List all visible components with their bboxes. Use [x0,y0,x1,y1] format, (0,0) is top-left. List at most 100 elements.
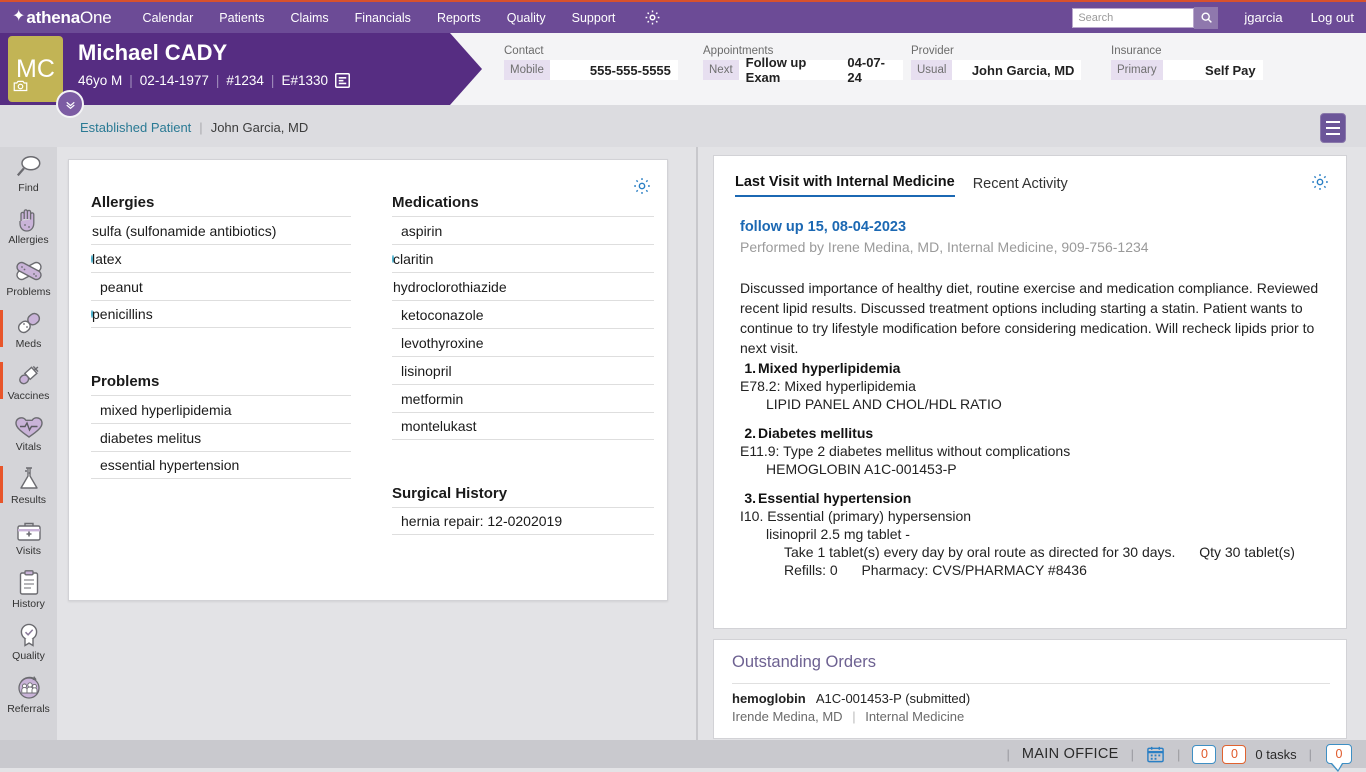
nav-item-claims[interactable]: Claims [277,1,341,34]
rail-label-problems: Problems [6,286,50,298]
diagnosis-name: Mixed hyperlipidemia [758,360,900,376]
list-item[interactable]: peanut [91,272,351,300]
nav-item-support[interactable]: Support [559,1,629,34]
patient-avatar[interactable]: MC [8,36,63,102]
rail-label-quality: Quality [12,650,45,662]
encounter-id: E#1330 [281,73,328,88]
diagnosis-code: I10. Essential (primary) hypersension [740,508,1340,524]
list-item[interactable]: essential hypertension [91,451,351,479]
list-item[interactable]: hernia repair: 12-0202019 [392,507,654,535]
patient-age-sex: 46yo M [78,73,122,88]
list-item[interactable]: metformin [392,384,654,412]
nav-right-group: jgarcia Log out [1072,7,1366,29]
encounter-note-icon[interactable] [335,73,350,88]
hand-icon [16,205,42,233]
menu-line-1 [1326,121,1340,123]
list-item[interactable]: ketoconazole [392,300,654,328]
list-item[interactable]: levothyroxine [392,328,654,356]
outstanding-orders-card: Outstanding Orders hemoglobin A1C-001453… [713,639,1347,739]
calendar-icon[interactable] [1146,745,1165,764]
message-bubble-icon[interactable]: 0 [1326,744,1352,764]
order-item-detail: A1C-001453-P (submitted) [816,691,970,706]
diagnosis-name: Essential hypertension [758,490,911,506]
tab-recent-activity[interactable]: Recent Activity [973,176,1068,197]
list-item[interactable]: diabetes melitus [91,423,351,451]
list-item[interactable]: penicillins [91,300,351,328]
contact-value[interactable]: 555-555-5555 [550,60,678,80]
list-item[interactable]: latex [91,244,351,272]
list-item[interactable]: aspirin [392,216,654,244]
nav-item-patients[interactable]: Patients [206,1,277,34]
status-badge-orange[interactable]: 0 [1222,745,1246,764]
diagnosis-number: 3. [740,490,756,506]
last-visit-card: Last Visit with Internal Medicine Recent… [713,155,1347,629]
nav-item-financials[interactable]: Financials [342,1,424,34]
medications-list: aspirin claritin hydroclorothiazide keto… [392,216,654,440]
nav-item-quality[interactable]: Quality [494,1,559,34]
breadcrumb: Established Patient | John Garcia, MD [80,120,308,135]
allergy-name: latex [92,251,122,267]
list-item[interactable]: mixed hyperlipidemia [91,395,351,423]
menu-panel-icon[interactable] [1320,113,1346,143]
meta-separator-1: | [129,73,133,88]
appointment-value[interactable]: Follow up Exam 04-07-24 [739,60,903,80]
patient-summary-card: Allergies sulfa (sulfonamide antibiotics… [68,159,668,601]
order-ordered-by: Irende Medina, MD [732,709,843,724]
breadcrumb-visit-type[interactable]: Established Patient [80,120,191,135]
rail-item-problems[interactable]: Problems [0,251,57,303]
list-item[interactable]: claritin [392,244,654,272]
allergies-section-title: Allergies [91,194,351,211]
medication-name: claritin [393,251,433,267]
diagnosis-order: HEMOGLOBIN A1C-001453-P [740,461,1340,477]
rail-item-referrals[interactable]: Referrals [0,667,57,719]
list-item[interactable]: lisinopril [392,356,654,384]
logout-link[interactable]: Log out [1311,10,1354,25]
athenaone-logo[interactable]: ✦ athenaOne [12,8,112,28]
current-user-link[interactable]: jgarcia [1244,10,1282,25]
clipboard-icon [17,569,41,597]
list-item[interactable]: sulfa (sulfonamide antibiotics) [91,216,351,244]
rail-item-allergies[interactable]: Allergies [0,199,57,251]
order-item-name: hemoglobin [732,691,806,706]
banner-field-provider: Provider Usual John Garcia, MD [911,45,1081,80]
problem-name: diabetes melitus [100,430,201,446]
rail-item-history[interactable]: History [0,563,57,615]
search-input[interactable] [1072,8,1194,28]
chevron-down-icon[interactable] [56,90,84,118]
list-item[interactable]: hydroclorothiazide [392,272,654,300]
rail-item-visits[interactable]: Visits [0,511,57,563]
tab-last-visit[interactable]: Last Visit with Internal Medicine [735,174,955,197]
search-icon[interactable] [1194,7,1218,29]
camera-icon[interactable] [13,70,28,99]
rail-item-quality[interactable]: Quality [0,615,57,667]
insurance-label: Insurance [1111,45,1263,57]
diagnosis-list: 1. Mixed hyperlipidemia E78.2: Mixed hyp… [740,360,1340,591]
visit-settings-gear-icon[interactable] [1310,172,1330,197]
patient-name: Michael CADY [78,40,227,66]
patient-banner: MC Michael CADY 46yo M | 02-14-1977 | #1… [0,33,1366,105]
status-badge-blue[interactable]: 0 [1192,745,1216,764]
diagnosis-name: Diabetes mellitus [758,425,873,441]
contact-label: Contact [504,45,678,57]
visit-title-link[interactable]: follow up 15, 08-04-2023 [740,219,906,235]
rail-item-vaccines[interactable]: Vaccines [0,355,57,407]
provider-value[interactable]: John Garcia, MD [952,60,1081,80]
patient-demographics: 46yo M | 02-14-1977 | #1234 | E#1330 [78,73,350,88]
nav-item-calendar[interactable]: Calendar [130,1,207,34]
rail-label-allergies: Allergies [8,234,48,246]
orders-divider [732,683,1330,684]
rail-item-results[interactable]: Results [0,459,57,511]
settings-gear-icon[interactable] [634,1,671,34]
order-department: Internal Medicine [865,709,964,724]
surgical-history-list: hernia repair: 12-0202019 [392,507,654,535]
nav-item-reports[interactable]: Reports [424,1,494,34]
order-item[interactable]: hemoglobin A1C-001453-P (submitted) [732,691,970,706]
magnifier-icon [14,153,44,181]
brand-text: athenaOne [26,8,111,28]
meta-separator-2: | [216,73,220,88]
rail-item-find[interactable]: Find [0,147,57,199]
insurance-value[interactable]: Self Pay [1163,60,1263,80]
list-item[interactable]: montelukast [392,412,654,440]
rail-item-meds[interactable]: Meds [0,303,57,355]
rail-item-vitals[interactable]: Vitals [0,407,57,459]
